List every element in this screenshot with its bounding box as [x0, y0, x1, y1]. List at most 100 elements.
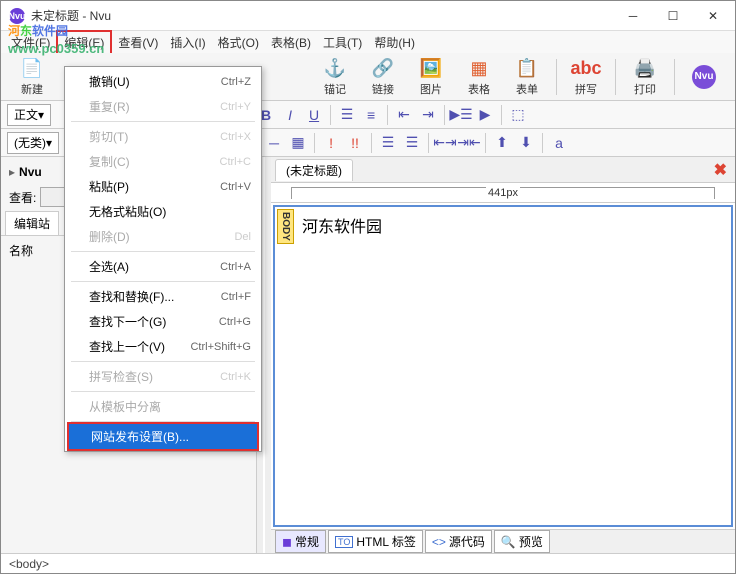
menu-undo[interactable]: 撤销(U)Ctrl+Z: [67, 69, 259, 94]
document-tab-row: (未定标题) ✖: [271, 157, 735, 183]
cut-label: 剪切(T): [89, 128, 220, 145]
class-label: (无类): [14, 134, 46, 151]
source-view-tab[interactable]: <>源代码: [425, 530, 492, 553]
editor-pane[interactable]: BODY 河东软件园: [273, 205, 733, 527]
smaller-button[interactable]: a: [548, 132, 570, 154]
html-tags-view-tab[interactable]: TOHTML 标签: [328, 530, 423, 553]
indent-button[interactable]: ⇥: [417, 104, 439, 126]
paste-label: 粘贴(P): [89, 178, 220, 195]
toolbar-separator: [615, 59, 616, 95]
menu-paste[interactable]: 粘贴(P)Ctrl+V: [67, 174, 259, 199]
nvu-button[interactable]: Nvu: [681, 55, 727, 99]
menu-find-next[interactable]: 查找下一个(G)Ctrl+G: [67, 309, 259, 334]
print-button[interactable]: 🖨️ 打印: [622, 55, 668, 99]
nvu-icon: Nvu: [692, 65, 716, 89]
hr-button[interactable]: ─: [263, 132, 285, 154]
menu-view[interactable]: 查看(V): [112, 32, 164, 53]
class-dropdown[interactable]: (无类) ▾: [7, 132, 59, 154]
layer-button[interactable]: ⬚: [507, 104, 529, 126]
image-icon: 🖼️: [419, 56, 443, 80]
menu-format[interactable]: 格式(O): [212, 32, 265, 53]
align-center-button[interactable]: ☰: [401, 132, 423, 154]
ol-button[interactable]: ≡: [360, 104, 382, 126]
select-all-label: 全选(A): [89, 258, 220, 275]
menu-redo: 重复(R)Ctrl+Y: [67, 94, 259, 119]
format-separator: [428, 133, 429, 153]
new-label: 新建: [21, 81, 43, 97]
ul-button[interactable]: ☰: [336, 104, 358, 126]
align-left-button[interactable]: ☰: [377, 132, 399, 154]
detach-template-label: 从模板中分离: [89, 398, 251, 415]
link-label: 链接: [372, 81, 394, 97]
highlight-frame: 网站发布设置(B)...: [67, 422, 259, 451]
strong-red-button[interactable]: !!: [344, 132, 366, 154]
menu-publish-settings[interactable]: 网站发布设置(B)...: [69, 424, 257, 449]
format-separator: [314, 133, 315, 153]
editor-content[interactable]: 河东软件园: [296, 207, 731, 525]
format-separator: [542, 133, 543, 153]
copy-label: 复制(C): [89, 153, 220, 170]
menu-separator: [71, 391, 255, 392]
document-tab[interactable]: (未定标题): [275, 159, 353, 181]
preview-view-tab[interactable]: 🔍预览: [494, 530, 550, 553]
menu-paste-plain[interactable]: 无格式粘贴(O): [67, 199, 259, 224]
menu-table[interactable]: 表格(B): [265, 32, 317, 53]
menu-help[interactable]: 帮助(H): [368, 32, 421, 53]
menu-edit[interactable]: 编辑(E): [56, 30, 112, 55]
emphasis-red-button[interactable]: !: [320, 132, 342, 154]
outdent-button[interactable]: ⇤: [393, 104, 415, 126]
bring-front-button[interactable]: ⬆: [491, 132, 513, 154]
send-back-button[interactable]: ⬇: [515, 132, 537, 154]
delete-shortcut: Del: [234, 231, 251, 243]
menu-select-all[interactable]: 全选(A)Ctrl+A: [67, 254, 259, 279]
body-tag-marker: BODY: [277, 209, 294, 244]
definition-button[interactable]: ▶☰: [450, 104, 472, 126]
edit-menu-dropdown: 撤销(U)Ctrl+Z 重复(R)Ctrl+Y 剪切(T)Ctrl+X 复制(C…: [64, 66, 262, 452]
form-button[interactable]: 📋 表单: [504, 55, 550, 99]
italic-button[interactable]: I: [279, 104, 301, 126]
link-button[interactable]: 🔗 链接: [360, 55, 406, 99]
direction-rtl-button[interactable]: ⇥⇤: [458, 132, 480, 154]
underline-button[interactable]: U: [303, 104, 325, 126]
menu-delete: 删除(D)Del: [67, 224, 259, 249]
menubar: 文件(F) 编辑(E) 查看(V) 插入(I) 格式(O) 表格(B) 工具(T…: [1, 31, 735, 53]
window-title: 未定标题 - Nvu: [31, 7, 619, 24]
view-label: 查看:: [9, 189, 36, 206]
undo-label: 撤销(U): [89, 73, 221, 90]
menu-cut: 剪切(T)Ctrl+X: [67, 124, 259, 149]
table-insert-button[interactable]: ▦: [287, 132, 309, 154]
spell-button[interactable]: abc 拼写: [563, 55, 609, 99]
menu-insert[interactable]: 插入(I): [164, 32, 211, 53]
menu-file[interactable]: 文件(F): [5, 32, 56, 53]
format-separator: [444, 105, 445, 125]
minimize-button[interactable]: ─: [619, 6, 647, 26]
table-button[interactable]: ▦ 表格: [456, 55, 502, 99]
image-button[interactable]: 🖼️ 图片: [408, 55, 454, 99]
menu-separator: [71, 281, 255, 282]
ruler: 441px: [271, 183, 735, 203]
edit-site-tab[interactable]: 编辑站: [5, 211, 59, 235]
maximize-button[interactable]: ☐: [659, 6, 687, 26]
normal-view-tab[interactable]: ◼常规: [275, 530, 326, 553]
ruler-width-label: 441px: [486, 187, 520, 199]
find-prev-shortcut: Ctrl+Shift+G: [190, 341, 251, 353]
paste-plain-label: 无格式粘贴(O): [89, 203, 251, 220]
close-tab-button[interactable]: ✖: [714, 160, 727, 180]
find-next-label: 查找下一个(G): [89, 313, 219, 330]
menu-find-replace[interactable]: 查找和替换(F)...Ctrl+F: [67, 284, 259, 309]
titlebar: Nvu 未定标题 - Nvu ─ ☐ ✕: [1, 1, 735, 31]
anchor-button[interactable]: ⚓ 锚记: [312, 55, 358, 99]
new-button[interactable]: 📄 新建: [9, 55, 55, 99]
emphasis-button[interactable]: ▶: [474, 104, 496, 126]
view-mode-tabs: ◼常规 TOHTML 标签 <>源代码 🔍预览: [271, 529, 735, 553]
form-label: 表单: [516, 81, 538, 97]
close-button[interactable]: ✕: [699, 6, 727, 26]
menu-find-prev[interactable]: 查找上一个(V)Ctrl+Shift+G: [67, 334, 259, 359]
format-separator: [387, 105, 388, 125]
menu-tools[interactable]: 工具(T): [317, 32, 368, 53]
direction-ltr-button[interactable]: ⇤⇥: [434, 132, 456, 154]
toolbar-separator: [556, 59, 557, 95]
paragraph-format-dropdown[interactable]: 正文 ▾: [7, 104, 51, 126]
form-icon: 📋: [515, 56, 539, 80]
find-replace-shortcut: Ctrl+F: [221, 291, 251, 303]
